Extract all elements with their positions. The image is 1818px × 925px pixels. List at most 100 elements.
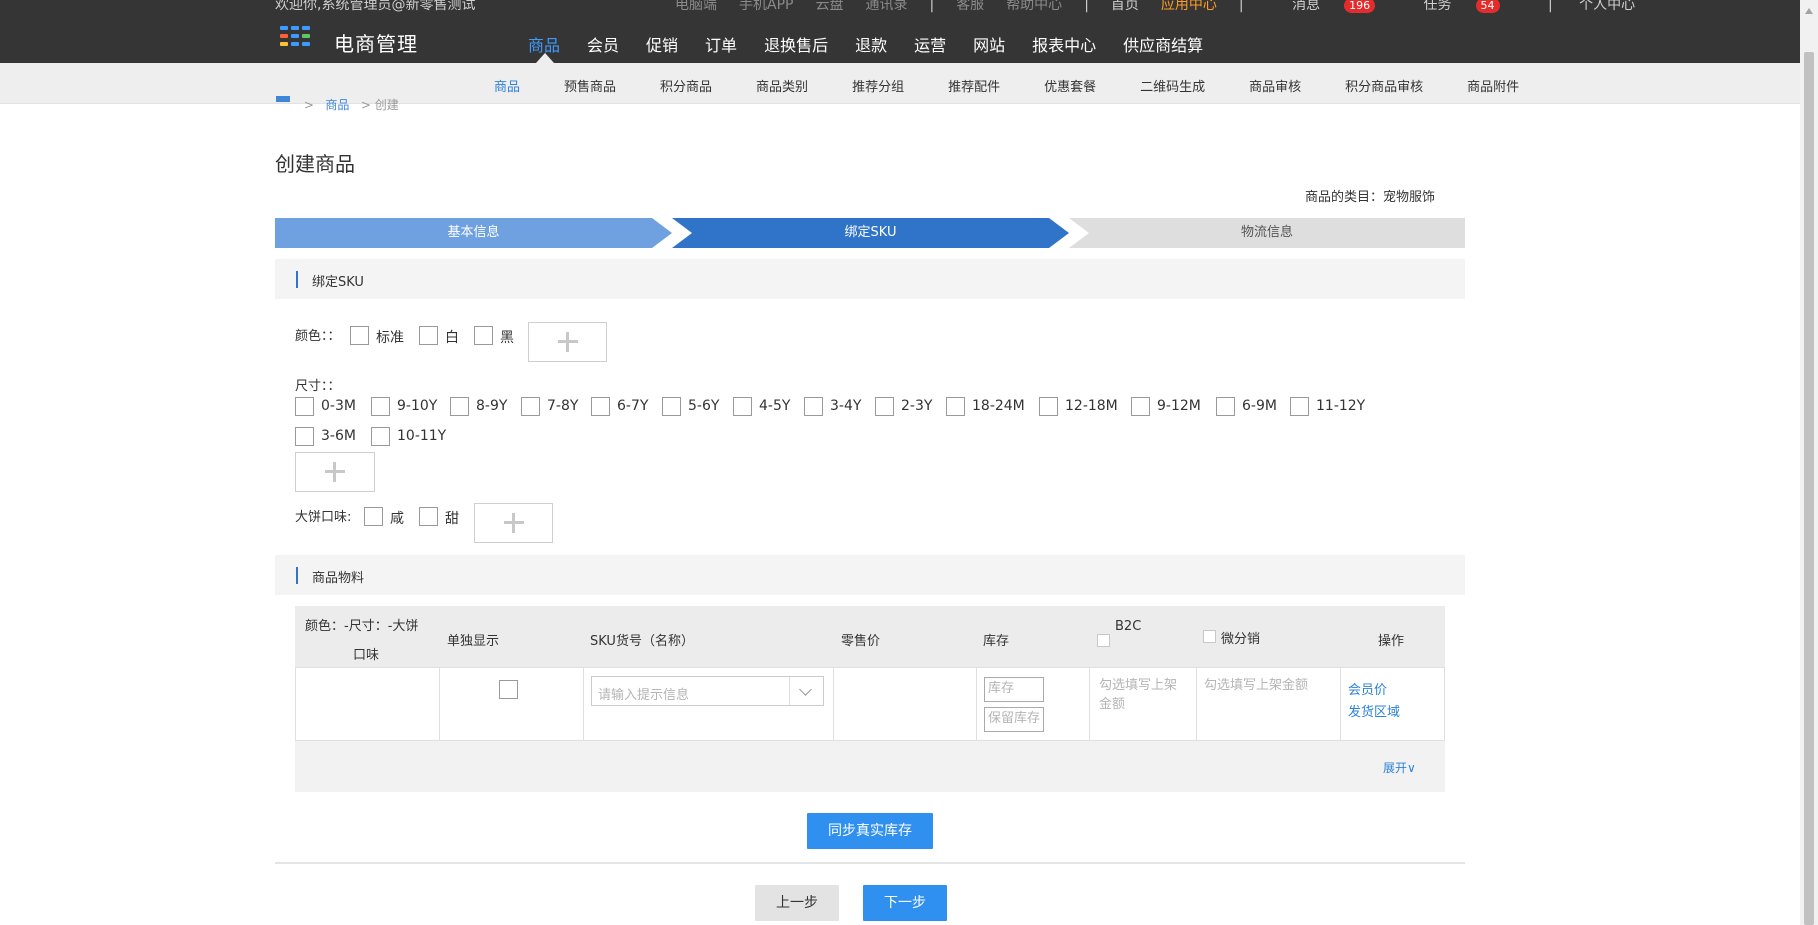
grid-logo-icon — [280, 26, 320, 50]
b2c-hint: 勾选填写上架 金额 — [1099, 678, 1178, 712]
separator: | — [929, 0, 935, 13]
member-price-link[interactable]: 会员价 — [1348, 683, 1387, 698]
size-option-label: 18-24M — [972, 398, 1025, 414]
size-option-checkbox[interactable] — [295, 397, 314, 416]
col-single-display: 单独显示 — [447, 634, 500, 649]
top-link[interactable]: 应用中心 — [1161, 0, 1217, 13]
main-nav-item[interactable]: 促销 — [646, 32, 678, 56]
size-option-checkbox[interactable] — [521, 397, 540, 416]
size-option-checkbox[interactable] — [1131, 397, 1150, 416]
main-nav-item[interactable]: 订单 — [705, 32, 737, 56]
color-option-checkbox[interactable] — [419, 326, 438, 345]
size-option-checkbox[interactable] — [591, 397, 610, 416]
size-option-checkbox[interactable] — [295, 427, 314, 446]
product-category: 商品的类目：宠物服饰 — [1305, 190, 1436, 205]
page-title: 创建商品 — [275, 152, 355, 176]
main-nav-item[interactable]: 退款 — [855, 32, 887, 56]
color-option-checkbox[interactable] — [474, 326, 493, 345]
step-basic-info[interactable]: 基本信息 — [275, 218, 672, 248]
color-option-checkbox[interactable] — [350, 326, 369, 345]
size-option-checkbox[interactable] — [1290, 397, 1309, 416]
col-b2c: B2C — [1115, 619, 1142, 634]
top-link[interactable]: 手机APP — [739, 0, 793, 13]
sub-nav-item[interactable]: 商品 — [494, 76, 520, 95]
sync-stock-button[interactable]: 同步真实库存 — [807, 813, 933, 849]
top-link[interactable]: 通讯录 — [865, 0, 907, 13]
sub-nav-item[interactable]: 积分商品审核 — [1345, 76, 1423, 95]
home-icon[interactable] — [276, 96, 290, 102]
chevron-down-icon[interactable] — [789, 677, 823, 705]
sku-code-select[interactable]: 请输入提示信息 — [591, 676, 824, 706]
size-option-checkbox[interactable] — [875, 397, 894, 416]
size-option-label: 6-9M — [1242, 398, 1277, 414]
size-option-checkbox[interactable] — [1216, 397, 1235, 416]
sub-nav-item[interactable]: 优惠套餐 — [1044, 76, 1096, 95]
main-nav-item[interactable]: 供应商结算 — [1123, 32, 1203, 56]
section-bind-sku: 绑定SKU — [275, 259, 1465, 299]
add-size-button[interactable] — [295, 452, 375, 492]
add-color-button[interactable] — [528, 322, 607, 362]
size-option-label: 2-3Y — [901, 398, 933, 414]
scrollbar-thumb[interactable] — [1804, 52, 1814, 925]
ship-area-link[interactable]: 发货区域 — [1348, 705, 1400, 720]
reserve-stock-input[interactable]: 保留库存 — [984, 707, 1044, 732]
sub-nav-item[interactable]: 商品类别 — [756, 76, 808, 95]
size-option-label: 7-8Y — [547, 398, 579, 414]
sub-nav-item[interactable]: 推荐配件 — [948, 76, 1000, 95]
size-option-checkbox[interactable] — [1039, 397, 1058, 416]
size-option-checkbox[interactable] — [804, 397, 823, 416]
top-link[interactable]: 首页 — [1111, 0, 1139, 13]
sub-nav-item[interactable]: 预售商品 — [564, 76, 616, 95]
size-option-checkbox[interactable] — [371, 397, 390, 416]
divider — [275, 862, 1465, 864]
tasks-link[interactable]: 任务 54 — [1424, 0, 1522, 13]
step-logistics[interactable]: 物流信息 — [1069, 218, 1465, 248]
b2c-header-checkbox[interactable] — [1097, 634, 1110, 647]
size-option-label: 10-11Y — [397, 428, 447, 444]
size-option-checkbox[interactable] — [371, 427, 390, 446]
top-link[interactable]: 云盘 — [815, 0, 843, 13]
sub-nav-item[interactable]: 商品审核 — [1249, 76, 1301, 95]
size-option-checkbox[interactable] — [662, 397, 681, 416]
single-display-checkbox[interactable] — [499, 680, 518, 699]
tasks-badge: 54 — [1475, 0, 1500, 13]
table-row: 请输入提示信息 库存 保留库存 勾选填写上架 金额 勾选填写上架金额 会员价 发货… — [295, 667, 1445, 741]
micro-header-checkbox[interactable] — [1203, 630, 1216, 643]
col-operations: 操作 — [1378, 634, 1405, 649]
main-nav-item[interactable]: 运营 — [914, 32, 946, 56]
sub-nav: 商品 预售商品 积分商品 商品类别 推荐分组 推荐配件 优惠套餐 二维码生成 商品审核 积分商品审… — [494, 76, 1563, 95]
main-nav-item[interactable]: 退换售后 — [764, 32, 828, 56]
size-option-checkbox[interactable] — [946, 397, 965, 416]
brand-title: 电商管理 — [334, 32, 418, 56]
breadcrumb-link-products[interactable]: 商品 — [325, 98, 349, 112]
messages-link[interactable]: 消息 196 — [1292, 0, 1397, 13]
top-link[interactable]: 电脑端 — [675, 0, 717, 13]
size-option-label: 3-6M — [321, 428, 356, 444]
add-flavor-button[interactable] — [474, 503, 553, 543]
sub-nav-item[interactable]: 二维码生成 — [1140, 76, 1205, 95]
next-step-button[interactable]: 下一步 — [863, 885, 947, 921]
flavor-option-checkbox[interactable] — [364, 507, 383, 526]
main-nav-item[interactable]: 会员 — [587, 32, 619, 56]
col-sku-code: SKU货号（名称） — [590, 634, 694, 649]
flavor-option-checkbox[interactable] — [419, 507, 438, 526]
prev-step-button[interactable]: 上一步 — [755, 885, 839, 921]
size-option-checkbox[interactable] — [450, 397, 469, 416]
step-bind-sku[interactable]: 绑定SKU — [672, 218, 1069, 248]
main-nav-item[interactable]: 报表中心 — [1032, 32, 1096, 56]
sub-nav-item[interactable]: 积分商品 — [660, 76, 712, 95]
sub-nav-item[interactable]: 推荐分组 — [852, 76, 904, 95]
personal-center-link[interactable]: 个人中心 — [1579, 0, 1635, 13]
breadcrumb: > 商品 > 创建 — [276, 96, 399, 113]
sub-nav-item[interactable]: 商品附件 — [1467, 76, 1519, 95]
size-option-checkbox[interactable] — [733, 397, 752, 416]
col-stock: 库存 — [983, 634, 1010, 649]
scroll-up-arrow-icon[interactable] — [1805, 8, 1813, 14]
flavor-label: 大饼口味: — [295, 510, 352, 525]
main-nav-item[interactable]: 网站 — [973, 32, 1005, 56]
stock-input[interactable]: 库存 — [984, 677, 1044, 702]
top-link[interactable]: 帮助中心 — [1006, 0, 1062, 13]
expand-link[interactable]: 展开∨ — [1383, 759, 1416, 776]
col-retail-price: 零售价 — [841, 634, 881, 649]
top-link[interactable]: 客服 — [956, 0, 984, 13]
